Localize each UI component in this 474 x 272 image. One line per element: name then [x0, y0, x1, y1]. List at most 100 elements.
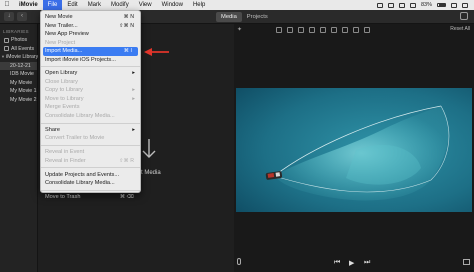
sidebar-item-photos[interactable]: Photos	[0, 36, 37, 45]
status-area: 83%	[376, 2, 474, 8]
stabilization-icon[interactable]	[309, 27, 315, 33]
menu-window[interactable]: Window	[157, 0, 188, 10]
menu-item-import-ios-projects[interactable]: Import iMovie iOS Projects...	[41, 56, 140, 65]
menu-separator	[41, 66, 140, 68]
menu-help[interactable]: Help	[188, 0, 210, 10]
menu-item-consolidate-library-media[interactable]: Consolidate Library Media...	[41, 112, 140, 121]
submenu-chevron-icon: ▸	[132, 70, 135, 77]
sidebar-item-my-movie-2[interactable]: My Movie 2	[0, 96, 37, 105]
submenu-chevron-icon: ▸	[132, 95, 135, 102]
menu-item-label: Consolidate Library Media...	[45, 180, 115, 186]
apple-menu-icon[interactable]: 	[0, 0, 14, 10]
sidebar-item-label: All Events	[11, 45, 35, 52]
import-media-icon[interactable]	[139, 137, 159, 165]
menu-imovie[interactable]: iMovie	[14, 0, 43, 10]
color-balance-icon[interactable]	[276, 27, 282, 33]
video-preview-image	[236, 88, 472, 212]
battery-icon[interactable]	[437, 2, 446, 8]
volume-icon[interactable]	[409, 2, 416, 8]
menu-mark[interactable]: Mark	[83, 0, 106, 10]
import-media-label[interactable]: rt Media	[139, 170, 161, 176]
browser-tabs: Media Projects	[216, 12, 273, 22]
menu-item-label: Reveal in Finder	[45, 157, 86, 164]
control-center-icon[interactable]	[462, 2, 468, 8]
skip-back-icon[interactable]: ⏮	[334, 259, 340, 267]
menu-separator	[41, 144, 140, 146]
sidebar-item-event-20-12-21[interactable]: 20-12-21	[0, 61, 37, 70]
menu-item-merge-events[interactable]: Merge Events	[41, 103, 140, 112]
wifi-icon[interactable]	[398, 2, 405, 8]
fullscreen-icon[interactable]	[463, 259, 470, 265]
info-icon[interactable]	[364, 27, 370, 33]
sidebar-item-label: iMovie Library	[5, 54, 39, 60]
noise-reduction-icon[interactable]	[331, 27, 337, 33]
display-icon[interactable]	[376, 2, 383, 8]
toolbar-right-buttons	[460, 12, 468, 20]
menu-item-new-trailer[interactable]: New Trailer... ⇧⌘ N	[41, 22, 140, 31]
volume-adjust-icon[interactable]	[320, 27, 326, 33]
menu-item-copy-to-library[interactable]: Copy to Library ▸	[41, 86, 140, 95]
menu-item-convert-trailer[interactable]: Convert Trailer to Movie	[41, 134, 140, 143]
tab-projects[interactable]: Projects	[242, 12, 273, 22]
sidebar-item-label: My Movie 2	[10, 96, 37, 103]
skip-forward-icon[interactable]: ⏭	[364, 259, 370, 267]
back-button-icon[interactable]: ‹	[17, 12, 27, 21]
menu-item-move-to-trash[interactable]: Move to Trash ⌘ ⌫	[41, 193, 140, 202]
libraries-sidebar: LIBRARIES Photos All Events ▼ iMovie Lib…	[0, 24, 38, 272]
menu-item-close-library[interactable]: Close Library	[41, 78, 140, 87]
menu-edit[interactable]: Edit	[62, 0, 82, 10]
menu-item-consolidate-media[interactable]: Consolidate Library Media...	[41, 179, 140, 188]
sidebar-item-my-movie-1[interactable]: My Movie 1	[0, 87, 37, 96]
bluetooth-icon[interactable]	[387, 2, 394, 8]
menu-item-label: Convert Trailer to Movie	[45, 135, 105, 142]
speed-icon[interactable]	[342, 27, 348, 33]
inspector-icon[interactable]	[460, 12, 468, 20]
play-icon[interactable]: ▶	[349, 259, 354, 267]
menu-shortcut: ⌘ N	[123, 14, 134, 20]
file-menu-dropdown: New Movie ⌘ N New Trailer... ⇧⌘ N New Ap…	[40, 10, 141, 200]
sidebar-item-label: Photos	[11, 37, 28, 43]
menu-file[interactable]: File	[42, 0, 63, 10]
menu-shortcut: ⇧⌘ R	[119, 157, 134, 164]
viewer-panel: ✦ Reset All ⏮ ▶ ⏭	[234, 24, 474, 272]
menu-view[interactable]: View	[134, 0, 157, 10]
magic-wand-icon[interactable]: ✦	[237, 26, 242, 33]
microphone-icon[interactable]	[237, 258, 241, 265]
menu-item-label: Move to Trash	[45, 193, 81, 200]
disclosure-triangle-icon[interactable]: ▼	[1, 53, 5, 62]
menu-item-label: New Trailer...	[45, 22, 78, 29]
tab-media[interactable]: Media	[216, 12, 242, 22]
menu-item-label: New App Preview	[45, 31, 89, 37]
sidebar-item-label: My Movie	[10, 79, 33, 86]
sidebar-item-label: My Movie 1	[10, 88, 37, 94]
menu-item-label: New Project	[45, 39, 76, 46]
menu-item-new-project[interactable]: New Project	[41, 39, 140, 48]
sidebar-item-imovie-library[interactable]: ▼ iMovie Library	[0, 53, 39, 62]
crop-icon[interactable]	[298, 27, 304, 33]
red-arrow-icon	[144, 48, 169, 56]
menu-item-import-media[interactable]: Import Media... ⌘ I	[43, 47, 138, 56]
clip-filter-icon[interactable]	[353, 27, 359, 33]
sidebar-item-my-movie[interactable]: My Movie	[0, 79, 37, 88]
color-correction-icon[interactable]	[287, 27, 293, 33]
menu-shortcut: ⇧⌘ N	[119, 22, 134, 29]
menu-item-reveal-in-finder[interactable]: Reveal in Finder ⇧⌘ R	[41, 157, 140, 166]
menu-item-label: Merge Events	[45, 104, 80, 111]
menu-shortcut: ⌘ I	[123, 48, 132, 54]
sidebar-item-label: 20-12-21	[10, 62, 31, 69]
menu-item-open-library[interactable]: Open Library ▸	[41, 69, 140, 78]
menu-modify[interactable]: Modify	[106, 0, 134, 10]
import-button-icon[interactable]: ↓	[4, 12, 14, 21]
search-icon[interactable]	[451, 2, 457, 8]
menu-item-move-to-library[interactable]: Move to Library ▸	[41, 95, 140, 104]
menu-shortcut: ⌘ ⌫	[120, 193, 134, 200]
submenu-chevron-icon: ▸	[132, 126, 135, 133]
sidebar-item-all-events[interactable]: All Events	[0, 45, 37, 54]
sidebar-item-idb-movie[interactable]: IDB Movie	[0, 70, 37, 79]
menu-item-reveal-in-event[interactable]: Reveal in Event	[41, 148, 140, 157]
menu-item-new-movie[interactable]: New Movie ⌘ N	[41, 13, 140, 22]
menu-item-update-projects[interactable]: Update Projects and Events...	[41, 171, 140, 180]
reset-all-button[interactable]: Reset All	[450, 26, 470, 32]
menu-item-share[interactable]: Share ▸	[41, 126, 140, 135]
menu-item-new-app-preview[interactable]: New App Preview	[41, 30, 140, 39]
